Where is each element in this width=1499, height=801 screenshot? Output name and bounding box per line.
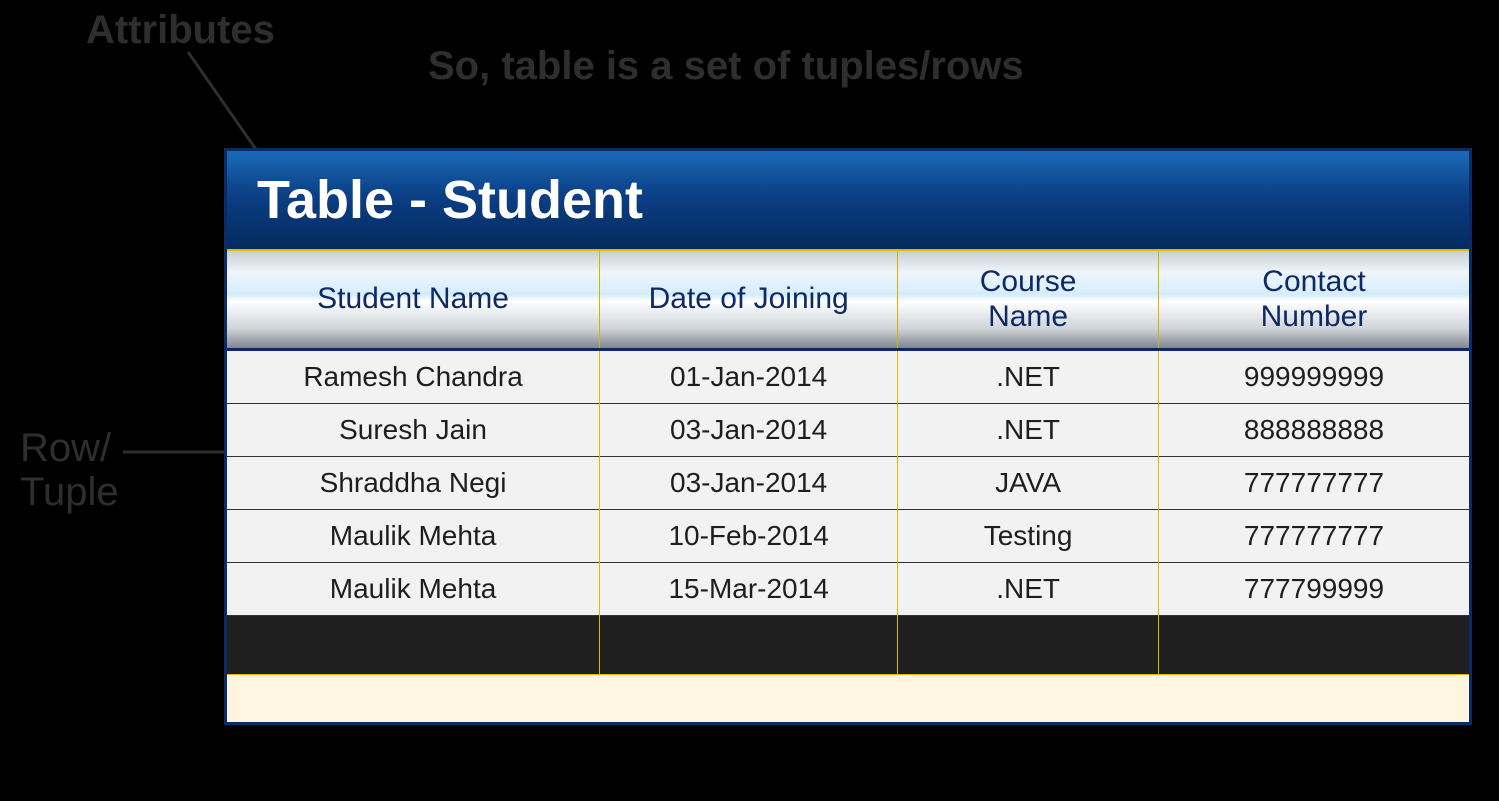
table-footer-strip — [227, 674, 1469, 722]
table-body: Ramesh Chandra 01-Jan-2014 .NET 99999999… — [227, 350, 1469, 674]
cell-course: .NET — [898, 404, 1159, 457]
table-row: Maulik Mehta 15-Mar-2014 .NET 777799999 — [227, 563, 1469, 616]
col-header-student-name: Student Name — [227, 251, 600, 350]
row-tuple-line1: Row/ — [20, 426, 111, 470]
row-tuple-label: Row/ Tuple — [20, 426, 119, 514]
col-header-course-line1: Course — [980, 265, 1077, 298]
cell-student-name: Shraddha Negi — [227, 457, 600, 510]
cell-course: JAVA — [898, 457, 1159, 510]
table-row: Ramesh Chandra 01-Jan-2014 .NET 99999999… — [227, 350, 1469, 404]
cell-student-name: Suresh Jain — [227, 404, 600, 457]
row-tuple-line2: Tuple — [20, 470, 119, 514]
cell-date: 15-Mar-2014 — [600, 563, 898, 616]
cell-date: 10-Feb-2014 — [600, 510, 898, 563]
cell-student-name: Maulik Mehta — [227, 563, 600, 616]
student-table: Student Name Date of Joining Course Name… — [227, 251, 1469, 674]
cell-empty — [1158, 616, 1469, 674]
col-header-contact-number: Contact Number — [1158, 251, 1469, 350]
col-header-course-line2: Name — [988, 300, 1068, 333]
table-title-bar: Table - Student — [227, 151, 1469, 251]
table-row-empty — [227, 616, 1469, 674]
cell-empty — [227, 616, 600, 674]
cell-contact: 888888888 — [1158, 404, 1469, 457]
student-table-container: Table - Student Student Name Date of Joi… — [224, 148, 1472, 725]
table-title: Table - Student — [257, 169, 643, 231]
cell-course: .NET — [898, 563, 1159, 616]
attributes-label: Attributes — [86, 8, 275, 53]
cell-contact: 999999999 — [1158, 350, 1469, 404]
cell-student-name: Ramesh Chandra — [227, 350, 600, 404]
col-header-date-of-joining: Date of Joining — [600, 251, 898, 350]
table-row: Maulik Mehta 10-Feb-2014 Testing 7777777… — [227, 510, 1469, 563]
cell-date: 03-Jan-2014 — [600, 404, 898, 457]
cell-date: 03-Jan-2014 — [600, 457, 898, 510]
table-row: Shraddha Negi 03-Jan-2014 JAVA 777777777 — [227, 457, 1469, 510]
table-row: Suresh Jain 03-Jan-2014 .NET 888888888 — [227, 404, 1469, 457]
cell-contact: 777777777 — [1158, 457, 1469, 510]
cell-empty — [600, 616, 898, 674]
cell-student-name: Maulik Mehta — [227, 510, 600, 563]
table-header-row: Student Name Date of Joining Course Name… — [227, 251, 1469, 350]
cell-contact: 777777777 — [1158, 510, 1469, 563]
cell-empty — [898, 616, 1159, 674]
col-header-contact-line1: Contact — [1262, 265, 1365, 298]
cell-date: 01-Jan-2014 — [600, 350, 898, 404]
cell-course: Testing — [898, 510, 1159, 563]
col-header-course-name: Course Name — [898, 251, 1159, 350]
cell-contact: 777799999 — [1158, 563, 1469, 616]
col-header-contact-line2: Number — [1261, 300, 1368, 333]
caption-text: So, table is a set of tuples/rows — [428, 44, 1024, 89]
cell-course: .NET — [898, 350, 1159, 404]
